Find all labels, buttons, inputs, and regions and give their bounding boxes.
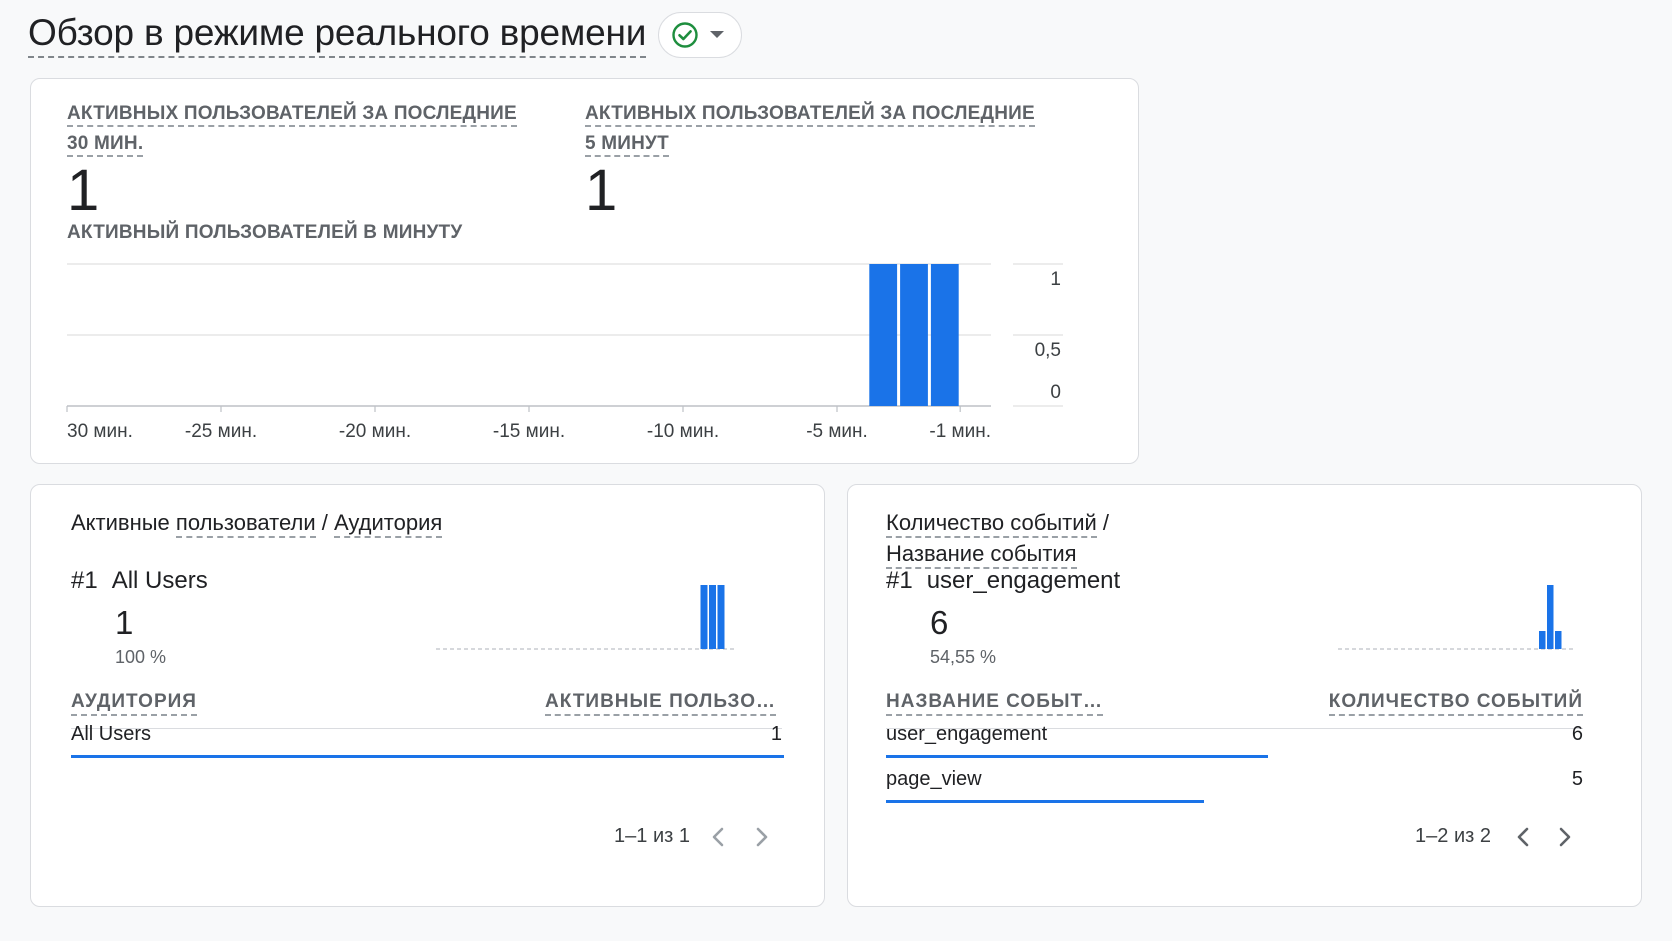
audience-sparkline: [436, 585, 736, 650]
x-tick-label: -5 мин.: [806, 421, 868, 442]
heading-separator: /: [1096, 510, 1110, 535]
top-value: 1: [115, 604, 134, 641]
chart-bar[interactable]: [869, 264, 898, 406]
audience-card: Активные пользователи / Аудитория #1 All …: [30, 484, 825, 907]
sparkline-bar: [700, 585, 708, 649]
y-tick-label: 0,5: [1035, 340, 1061, 361]
pager-text: 1–2 из 2: [1415, 825, 1491, 847]
events-card: Количество событий / Название события #1…: [847, 484, 1642, 907]
row-share-bar: [71, 755, 784, 758]
x-tick-label: -20 мин.: [339, 421, 411, 442]
events-sparkline: [1338, 585, 1573, 650]
heading-audience[interactable]: Аудитория: [333, 510, 443, 538]
sparkline-bar: [1547, 585, 1554, 649]
heading-event-count[interactable]: Количество событий: [886, 510, 1097, 538]
page-header: Обзор в режиме реального времени: [28, 12, 743, 58]
row-value: 6: [1571, 723, 1583, 745]
top-rank: #1: [71, 567, 98, 594]
heading-active: Активные: [71, 510, 170, 535]
heading-event-name[interactable]: Название события: [886, 541, 1077, 569]
check-circle-icon: [671, 21, 699, 49]
table-divider: [71, 728, 782, 729]
x-tick-label: -15 мин.: [493, 421, 565, 442]
chevron-left-icon[interactable]: [1509, 823, 1537, 851]
top-audience: #1 All Users: [71, 567, 208, 595]
y-tick-label: 0: [1050, 382, 1061, 403]
chevron-right-icon[interactable]: [748, 823, 776, 851]
sparkline-bar: [1555, 631, 1562, 649]
chevron-right-icon[interactable]: [1551, 823, 1579, 851]
col-event-count[interactable]: КОЛИЧЕСТВО СОБЫТИЙ: [1328, 691, 1583, 716]
chart-bar[interactable]: [930, 264, 959, 406]
row-name: user_engagement: [886, 723, 1048, 745]
x-tick-label: 30 мин.: [67, 421, 133, 442]
col-event-name[interactable]: НАЗВАНИЕ СОБЫТ…: [886, 691, 1104, 716]
row-share-bar: [886, 800, 1205, 803]
y-tick-label: 1: [1050, 269, 1061, 290]
x-tick-label: -25 мин.: [185, 421, 257, 442]
events-card-heading: Количество событий / Название события: [886, 507, 1109, 569]
row-name: page_view: [886, 768, 982, 790]
audience-card-heading: Активные пользователи / Аудитория: [71, 507, 443, 538]
row-value: 1: [770, 723, 782, 745]
top-percent: 54,55 %: [930, 647, 997, 667]
top-name: user_engagement: [926, 567, 1121, 594]
chevron-left-icon[interactable]: [704, 823, 732, 851]
x-tick-label: -10 мин.: [647, 421, 719, 442]
x-tick-label: -1 мин.: [929, 421, 991, 442]
page-title[interactable]: Обзор в режиме реального времени: [28, 12, 646, 58]
top-rank: #1: [886, 567, 913, 594]
row-share-bar: [886, 755, 1268, 758]
sparkline-bar: [709, 585, 716, 649]
heading-separator: /: [315, 510, 334, 535]
top-name: All Users: [111, 567, 208, 594]
top-event: #1 user_engagement: [886, 567, 1120, 595]
pager-text: 1–1 из 1: [614, 825, 690, 847]
row-name: All Users: [71, 723, 152, 745]
realtime-users-card: АКТИВНЫХ ПОЛЬЗОВАТЕЛЕЙ ЗА ПОСЛЕДНИЕ 30 М…: [30, 78, 1139, 464]
active-users-per-minute-chart: 30 мин. -25 мин. -20 мин. -15 мин. -10 мин. -…: [66, 263, 1063, 442]
top-percent: 100 %: [115, 647, 167, 667]
status-dropdown[interactable]: [658, 12, 743, 58]
sparkline-bar: [717, 585, 725, 649]
row-value: 5: [1571, 768, 1583, 790]
chart-bar[interactable]: [900, 264, 928, 406]
top-value: 6: [930, 604, 949, 641]
heading-users[interactable]: пользователи: [175, 510, 316, 538]
col-audience[interactable]: АУДИТОРИЯ: [71, 691, 197, 716]
col-active-users[interactable]: АКТИВНЫЕ ПОЛЬЗО…: [545, 691, 776, 716]
caret-down-icon: [709, 30, 725, 40]
sparkline-bar: [1539, 631, 1546, 649]
